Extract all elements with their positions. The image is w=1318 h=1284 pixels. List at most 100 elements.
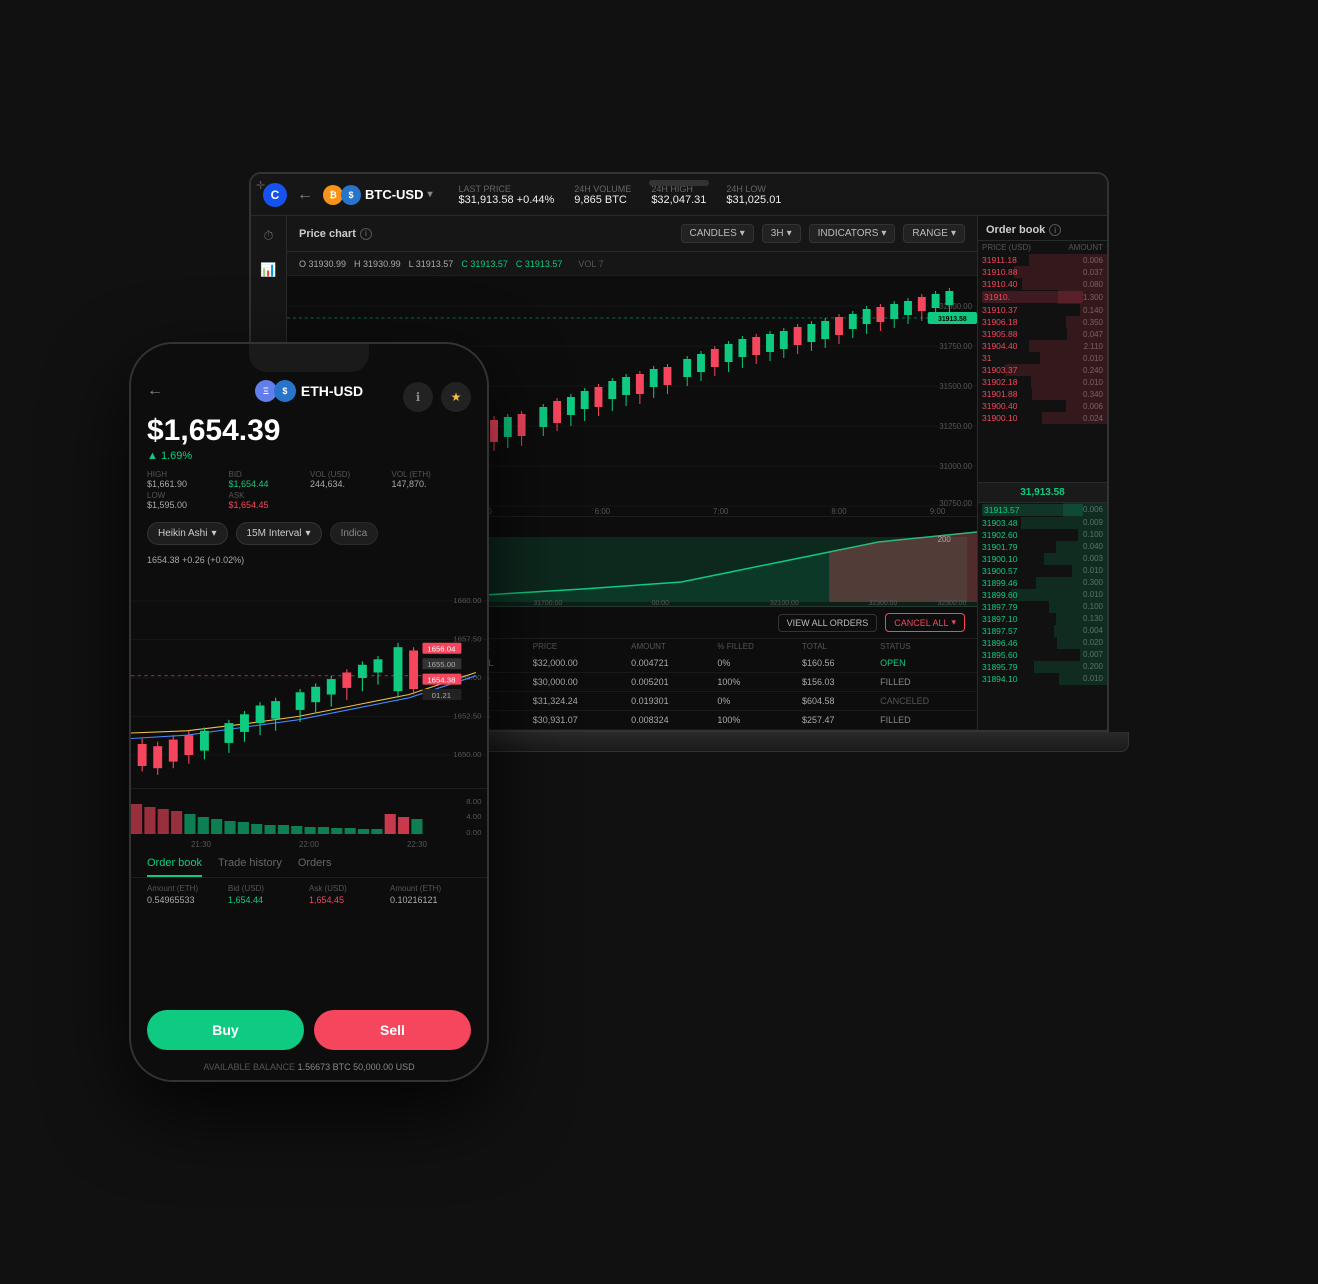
heikin-ashi-button[interactable]: Heikin Ashi ▾ — [147, 522, 228, 545]
svg-text:1655.00: 1655.00 — [427, 660, 455, 669]
phone-time-labels: 21:30 22:00 22:30 — [131, 838, 487, 851]
order-book-bid-row: 31900.100.003 — [978, 553, 1107, 565]
phone-ask-stat: ASK $1,654.45 — [229, 491, 309, 510]
svg-text:1654.38: 1654.38 — [427, 675, 455, 684]
buy-button[interactable]: Buy — [147, 1010, 304, 1050]
interval-button[interactable]: 3H ▾ — [762, 224, 801, 243]
order-total: $156.03 — [794, 673, 872, 692]
svg-text:1660.00: 1660.00 — [453, 596, 481, 605]
order-total: $604.58 — [794, 692, 872, 711]
order-book-bid-row: 31913.570.006 — [978, 503, 1107, 517]
phone-low-stat: LOW $1,595.00 — [147, 491, 227, 510]
col-price: PRICE — [525, 639, 623, 654]
order-book-ask-row: 31910.1.300 — [978, 290, 1107, 304]
order-total: $160.56 — [794, 654, 872, 673]
svg-text:31913.58: 31913.58 — [938, 316, 967, 323]
indicators-button[interactable]: INDICATORS ▾ — [809, 224, 896, 243]
order-status: OPEN — [872, 654, 977, 673]
phone-usd-icon: $ — [274, 380, 296, 402]
chevron-down-icon: ▾ — [428, 189, 433, 200]
coinbase-logo-icon: C — [263, 183, 287, 207]
order-filled: 0% — [709, 692, 794, 711]
order-book-bid-row: 31895.790.200 — [978, 661, 1107, 673]
order-book-panel: Order book i PRICE (USD) AMOUNT 31911.18… — [977, 216, 1107, 730]
candles-button[interactable]: CANDLES ▾ — [681, 224, 754, 243]
sidebar-clock-icon[interactable]: ⏱ — [259, 226, 279, 246]
svg-text:7:00: 7:00 — [713, 507, 729, 516]
volume-stat: 24H VOLUME 9,865 BTC — [574, 184, 631, 206]
order-filled: 100% — [709, 673, 794, 692]
tab-trade-history[interactable]: Trade history — [218, 851, 282, 877]
order-amount: 0.008324 — [623, 711, 709, 730]
order-book-ask-row: 31903.370.240 — [978, 364, 1107, 376]
phone-header: ← Ξ $ ETH-USD ℹ ★ — [131, 372, 487, 410]
svg-text:1656.04: 1656.04 — [427, 645, 456, 654]
order-book-bid-row: 31897.570.004 — [978, 625, 1107, 637]
svg-text:6:00: 6:00 — [595, 507, 611, 516]
ism-interval-button[interactable]: 15M Interval ▾ — [236, 522, 322, 545]
tab-order-book[interactable]: Order book — [147, 851, 202, 877]
phone-ob-header-ask: Ask (USD) — [309, 882, 390, 895]
phone-vol-usd-stat: VOL (USD) 244,634. — [310, 470, 390, 489]
sidebar-chart-icon[interactable]: 📊 — [259, 260, 279, 280]
order-total: $257.47 — [794, 711, 872, 730]
order-price: $32,000.00 — [525, 654, 623, 673]
svg-text:8:00: 8:00 — [831, 507, 847, 516]
order-book-bid-row: 31897.100.130 — [978, 613, 1107, 625]
laptop-notch — [649, 180, 709, 186]
svg-text:32300.00: 32300.00 — [869, 600, 898, 607]
svg-text:31000.00: 31000.00 — [939, 462, 972, 471]
col-total: TOTAL — [794, 639, 872, 654]
phone-current-price: $1,654.39 — [147, 414, 471, 448]
cancel-all-chevron-icon: ▾ — [951, 617, 956, 628]
col-filled: % FILLED — [709, 639, 794, 654]
phone-pair-selector[interactable]: Ξ $ ETH-USD — [255, 380, 363, 402]
svg-text:00:00: 00:00 — [652, 600, 669, 607]
phone-order-book: Amount (ETH) Bid (USD) Ask (USD) Amount … — [131, 878, 487, 909]
cancel-all-button[interactable]: CANCEL ALL ▾ — [885, 613, 965, 632]
svg-text:4.00: 4.00 — [466, 812, 481, 821]
phone-tabs: Order book Trade history Orders — [131, 851, 487, 878]
order-price: $30,000.00 — [525, 673, 623, 692]
ob-col-headers: PRICE (USD) AMOUNT — [978, 241, 1107, 254]
btc-icon: ₿ — [323, 185, 343, 205]
sell-button[interactable]: Sell — [314, 1010, 471, 1050]
range-button[interactable]: RANGE ▾ — [903, 224, 965, 243]
svg-text:31250.00: 31250.00 — [939, 422, 972, 431]
phone-stats: HIGH $1,661.90 BID $1,654.44 VOL (USD) 2… — [131, 470, 487, 518]
order-book-ask-row: 31906.180.350 — [978, 316, 1107, 328]
indicator-button[interactable]: Indica — [330, 522, 379, 545]
phone-ob-header-amount-eth2: Amount (ETH) — [390, 882, 471, 895]
view-all-orders-button[interactable]: VIEW ALL ORDERS — [778, 614, 878, 632]
order-book-bid-row: 31899.460.300 — [978, 577, 1107, 589]
star-button[interactable]: ★ — [441, 382, 471, 412]
svg-text:1650.00: 1650.00 — [453, 750, 481, 759]
order-book-mid-price: 31,913.58 — [978, 482, 1107, 503]
order-book-ask-row: 31910.400.080 — [978, 278, 1107, 290]
tab-orders[interactable]: Orders — [298, 851, 332, 877]
order-book-bid-row: 31900.570.010 — [978, 565, 1107, 577]
phone-ob-header-bid: Bid (USD) — [228, 882, 309, 895]
phone-back-button[interactable]: ← — [147, 382, 163, 400]
order-book-bid-row: 31902.600.100 — [978, 529, 1107, 541]
svg-text:1657.50: 1657.50 — [453, 635, 481, 644]
order-book-header: Order book i — [978, 216, 1107, 241]
ohlc-bar: ✛ O 31930.99 H 31930.99 L 31913.57 C 319… — [287, 252, 977, 276]
svg-text:31700.00: 31700.00 — [533, 600, 562, 607]
order-book-ask-row: 310.010 — [978, 352, 1107, 364]
order-status: FILLED — [872, 711, 977, 730]
back-button[interactable]: ← — [297, 186, 313, 204]
phone-high-stat: HIGH $1,661.90 — [147, 470, 227, 489]
mobile-phone: ← Ξ $ ETH-USD ℹ ★ $1,654.39 ▲ 1.69% — [129, 342, 489, 1082]
order-book-bid-row: 31894.100.010 — [978, 673, 1107, 685]
phone-ob-amount: 0.54965533 — [147, 895, 228, 905]
col-amount: AMOUNT — [623, 639, 709, 654]
info-button[interactable]: ℹ — [403, 382, 433, 412]
phone-volume-chart: 8.00 4.00 0.00 — [131, 788, 487, 838]
low-stat: 24H LOW $31,025.01 — [726, 184, 781, 206]
phone-buy-sell: Buy Sell — [131, 1002, 487, 1058]
order-amount: 0.005201 — [623, 673, 709, 692]
svg-text:32000.00: 32000.00 — [939, 302, 972, 311]
pair-selector[interactable]: ₿ $ BTC-USD ▾ — [323, 185, 433, 205]
order-amount: 0.019301 — [623, 692, 709, 711]
